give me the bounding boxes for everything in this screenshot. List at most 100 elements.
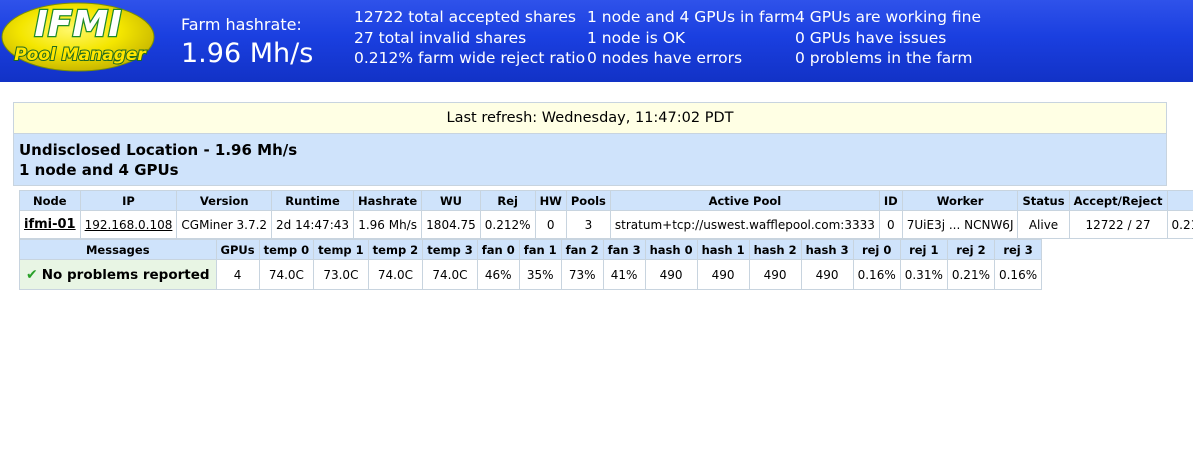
col-version: Version: [176, 190, 273, 211]
col-rej0: rej 0: [852, 239, 901, 260]
temp3-cell: 74.0C: [422, 259, 478, 290]
accept-reject-cell: 12722 / 27: [1068, 210, 1168, 239]
col-worker: Worker: [901, 190, 1019, 211]
col-runtime: Runtime: [271, 190, 355, 211]
node-tables: Node IP Version Runtime Hashrate WU Rej …: [19, 190, 1193, 290]
status-cell: Alive: [1017, 210, 1070, 239]
col-temp2: temp 2: [367, 239, 424, 260]
col-hash0: hash 0: [644, 239, 698, 260]
ip-link[interactable]: 192.168.0.108: [85, 218, 173, 232]
col-hw: HW: [534, 190, 567, 211]
col-node: Node: [19, 190, 81, 211]
rej1-cell: 0.31%: [899, 259, 948, 290]
logo-subtitle: Pool Manager: [14, 45, 147, 65]
hw-cell: 0: [534, 210, 567, 239]
farm-hashrate-label: Farm hashrate:: [181, 15, 302, 34]
node-table: Node IP Version Runtime Hashrate WU Rej …: [19, 190, 1193, 239]
hashrate-cell: 1.96 Mh/s: [353, 210, 423, 239]
col-hash3: hash 3: [800, 239, 854, 260]
col-rej1: rej 1: [899, 239, 948, 260]
table-row: ✔ No problems reported 4 74.0C 73.0C 74.0…: [19, 259, 1043, 290]
gpu-table: Messages GPUs temp 0 temp 1 temp 2 temp …: [19, 239, 1043, 290]
ifmi-logo[interactable]: IFMI Pool Manager: [0, 0, 160, 76]
nodes-ok: 1 node is OK: [587, 28, 686, 47]
gpu-table-header: Messages GPUs temp 0 temp 1 temp 2 temp …: [19, 239, 1043, 260]
col-fan0: fan 0: [476, 239, 520, 260]
wu-cell: 1804.75: [421, 210, 481, 239]
col-accept-reject: Accept/Reject: [1068, 190, 1168, 211]
gpu-stats: 4 GPUs are working fine 0 GPUs have issu…: [795, 7, 981, 69]
gpus-working: 4 GPUs are working fine: [795, 8, 982, 26]
fan0-cell: 46%: [476, 259, 520, 290]
message-text: No problems reported: [41, 266, 210, 283]
logo-title: IFMI: [34, 4, 121, 45]
col-status: Status: [1017, 190, 1070, 211]
gpus-issues: 0 GPUs have issues: [795, 28, 947, 47]
node-table-header: Node IP Version Runtime Hashrate WU Rej …: [19, 190, 1193, 211]
node-link[interactable]: ifmi-01: [24, 217, 76, 232]
node-stats: 1 node and 4 GPUs in farm 1 node is OK 0…: [587, 7, 795, 69]
location-node-count: 1 node and 4 GPUs: [19, 161, 179, 179]
hash2-cell: 490: [748, 259, 802, 290]
pools-cell: 3: [565, 210, 611, 239]
message-cell: ✔ No problems reported: [19, 259, 217, 290]
col-fan2: fan 2: [560, 239, 604, 260]
col-ip: IP: [79, 190, 178, 211]
last-refresh: Last refresh: Wednesday, 11:47:02 PDT: [14, 103, 1166, 134]
hash3-cell: 490: [800, 259, 854, 290]
node-name-cell: ifmi-01: [19, 210, 81, 239]
runtime-cell: 2d 14:47:43: [271, 210, 355, 239]
col-rej: Rej: [479, 190, 536, 211]
col-fan1: fan 1: [518, 239, 562, 260]
fan1-cell: 35%: [518, 259, 562, 290]
farm-hashrate-value: 1.96 Mh/s: [181, 38, 314, 69]
checkmark-icon: ✔: [26, 266, 38, 283]
hash1-cell: 490: [696, 259, 750, 290]
invalid-shares: 27 total invalid shares: [354, 28, 527, 47]
col-wu: WU: [421, 190, 481, 211]
reject-ratio: 0.212% farm wide reject ratio: [354, 49, 586, 67]
col-pools: Pools: [565, 190, 611, 211]
rej-cell: 0.212%: [479, 210, 536, 239]
fan3-cell: 41%: [602, 259, 646, 290]
temp1-cell: 73.0C: [313, 259, 369, 290]
temp0-cell: 74.0C: [258, 259, 315, 290]
col-fan3: fan 3: [602, 239, 646, 260]
col-messages: Messages: [19, 239, 217, 260]
col-temp1: temp 1: [313, 239, 369, 260]
col-temp0: temp 0: [258, 239, 315, 260]
col-reject-pct: [1166, 190, 1193, 211]
accepted-shares: 12722 total accepted shares: [354, 8, 576, 26]
rej0-cell: 0.16%: [852, 259, 901, 290]
col-temp3: temp 3: [422, 239, 478, 260]
nodes-errors: 0 nodes have errors: [587, 49, 743, 67]
col-id: ID: [878, 190, 903, 211]
farm-panel: Last refresh: Wednesday, 11:47:02 PDT Un…: [13, 102, 1167, 186]
rej2-cell: 0.21%: [946, 259, 995, 290]
farm-problems: 0 problems in the farm: [795, 49, 973, 67]
rej3-cell: 0.16%: [993, 259, 1043, 290]
hash0-cell: 490: [644, 259, 698, 290]
table-row: ifmi-01 192.168.0.108 CGMiner 3.7.2 2d 1…: [19, 210, 1193, 239]
header-banner: IFMI Pool Manager Farm hashrate: 1.96 Mh…: [0, 0, 1193, 82]
col-gpus: GPUs: [215, 239, 260, 260]
col-rej3: rej 3: [993, 239, 1043, 260]
version-cell: CGMiner 3.7.2: [176, 210, 273, 239]
col-hashrate: Hashrate: [353, 190, 423, 211]
worker-cell: 7UiE3j ... NCNW6J: [901, 210, 1019, 239]
id-cell: 0: [878, 210, 903, 239]
temp2-cell: 74.0C: [367, 259, 424, 290]
farm-node-count: 1 node and 4 GPUs in farm: [587, 8, 796, 26]
col-hash2: hash 2: [748, 239, 802, 260]
col-rej2: rej 2: [946, 239, 995, 260]
col-hash1: hash 1: [696, 239, 750, 260]
ip-cell: 192.168.0.108: [79, 210, 178, 239]
location-summary: Undisclosed Location - 1.96 Mh/s 1 node …: [14, 134, 1166, 185]
col-active-pool: Active Pool: [609, 190, 880, 211]
location-title: Undisclosed Location - 1.96 Mh/s: [19, 141, 298, 159]
fan2-cell: 73%: [560, 259, 604, 290]
share-stats: 12722 total accepted shares 27 total inv…: [354, 7, 585, 69]
gpus-cell: 4: [215, 259, 260, 290]
active-pool-cell: stratum+tcp://uswest.wafflepool.com:3333: [609, 210, 880, 239]
reject-pct-cell: 0.21%: [1166, 210, 1193, 239]
